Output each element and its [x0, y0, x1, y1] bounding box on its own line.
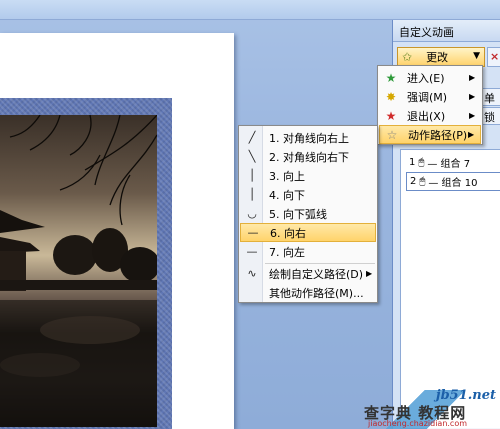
- submenu-arrow-icon: ▶: [469, 92, 476, 101]
- watermark-site: jb51.net: [435, 388, 496, 403]
- more-motion-paths[interactable]: 其他动作路径(M)...: [240, 283, 376, 302]
- path-dropdown-label: 锁定: [484, 111, 495, 124]
- submenu-arrow-icon: ▶: [468, 130, 475, 139]
- menu-item-label: 3. 向上: [269, 169, 305, 183]
- menu-item-label: 2. 对角线向右下: [269, 150, 349, 164]
- diagonal-down-right-icon: ╲: [248, 150, 256, 163]
- pagoda-photo[interactable]: [0, 115, 157, 427]
- exit-star-icon: ★: [385, 108, 397, 123]
- menu-item-label: 进入(E): [407, 71, 445, 85]
- path-up[interactable]: │ 3. 向上: [240, 166, 376, 185]
- change-effect-button[interactable]: ✩ 更改 ▼: [397, 47, 485, 67]
- effect-type-menu: ★ 进入(E) ▶ ✸ 强调(M) ▶ ★ 退出(X) ▶ ☆ 动作路径(P) …: [377, 65, 483, 145]
- arc-down-icon: ◡: [247, 207, 257, 220]
- menu-item-label: 动作路径(P): [408, 128, 468, 142]
- menu-item-label: 绘制自定义路径(D): [269, 267, 364, 281]
- motion-path-submenu: ╱ 1. 对角线向右上 ╲ 2. 对角线向右下 │ 3. 向上 │ 4. 向下 …: [238, 125, 378, 303]
- menu-item-exit[interactable]: ★ 退出(X) ▶: [379, 106, 481, 125]
- animation-label: — 组合 7: [427, 159, 471, 170]
- down-line-icon: │: [248, 188, 256, 201]
- animation-item-selected[interactable]: 2 🖱 — 组合 10: [406, 172, 500, 191]
- mouse-click-icon: 🖱: [419, 176, 426, 187]
- watermark-url: jiaocheng.chazidian.com: [368, 419, 468, 428]
- picture-frame[interactable]: [0, 98, 172, 429]
- change-button-label: 更改: [426, 51, 449, 64]
- menu-item-label: 4. 向下: [269, 188, 305, 202]
- animation-order: 1: [409, 157, 416, 168]
- path-left[interactable]: — 7. 向左: [240, 242, 376, 261]
- animation-label: — 组合 10: [428, 178, 478, 189]
- menu-item-label: 其他动作路径(M)...: [269, 286, 364, 300]
- motion-path-star-icon: ☆: [386, 127, 398, 142]
- entrance-star-icon: ★: [385, 70, 397, 85]
- pane-title: 自定义动画: [393, 20, 500, 42]
- path-down[interactable]: │ 4. 向下: [240, 185, 376, 204]
- change-star-icon: ✩: [402, 50, 413, 64]
- left-line-icon: —: [246, 245, 258, 258]
- path-right[interactable]: — 6. 向右: [240, 223, 376, 242]
- submenu-arrow-icon: ▶: [469, 111, 476, 120]
- menu-item-label: 退出(X): [407, 109, 446, 123]
- start-dropdown-label: 单击: [484, 92, 495, 105]
- freeform-path-icon: ∿: [247, 267, 257, 280]
- submenu-arrow-icon: ▶: [469, 73, 476, 82]
- menu-item-emphasis[interactable]: ✸ 强调(M) ▶: [379, 87, 481, 106]
- animation-item[interactable]: 1 🖱 — 组合 7: [406, 153, 500, 172]
- path-diagonal-down-right[interactable]: ╲ 2. 对角线向右下: [240, 147, 376, 166]
- right-line-icon: —: [247, 226, 259, 239]
- remove-button[interactable]: ×: [487, 47, 500, 67]
- path-diagonal-up-right[interactable]: ╱ 1. 对角线向右上: [240, 128, 376, 147]
- path-dropdown[interactable]: 锁定: [482, 107, 500, 125]
- site-watermark: jb51.net 查字典 教程网 jiaocheng.chazidian.com: [358, 382, 500, 429]
- remove-icon: ×: [490, 50, 500, 63]
- chevron-down-icon: ▼: [473, 51, 480, 61]
- up-line-icon: │: [248, 169, 256, 182]
- start-dropdown[interactable]: 单击: [482, 88, 500, 106]
- menu-item-label: 强调(M): [407, 90, 448, 104]
- menu-item-label: 1. 对角线向右上: [269, 131, 349, 145]
- menu-item-label: 6. 向右: [270, 226, 306, 240]
- menu-item-entrance[interactable]: ★ 进入(E) ▶: [379, 68, 481, 87]
- menu-item-label: 5. 向下弧线: [269, 207, 327, 221]
- diagonal-up-right-icon: ╱: [248, 131, 256, 144]
- path-arc-down[interactable]: ◡ 5. 向下弧线: [240, 204, 376, 223]
- submenu-arrow-icon: ▶: [366, 269, 373, 278]
- menu-item-motion-path[interactable]: ☆ 动作路径(P) ▶: [379, 125, 481, 144]
- draw-custom-path[interactable]: ∿ 绘制自定义路径(D) ▶: [240, 264, 376, 283]
- animation-order: 2: [410, 176, 417, 187]
- menu-item-label: 7. 向左: [269, 245, 305, 259]
- mouse-click-icon: 🖱: [418, 157, 425, 168]
- emphasis-star-icon: ✸: [385, 89, 397, 104]
- window-top-strip: [0, 0, 500, 20]
